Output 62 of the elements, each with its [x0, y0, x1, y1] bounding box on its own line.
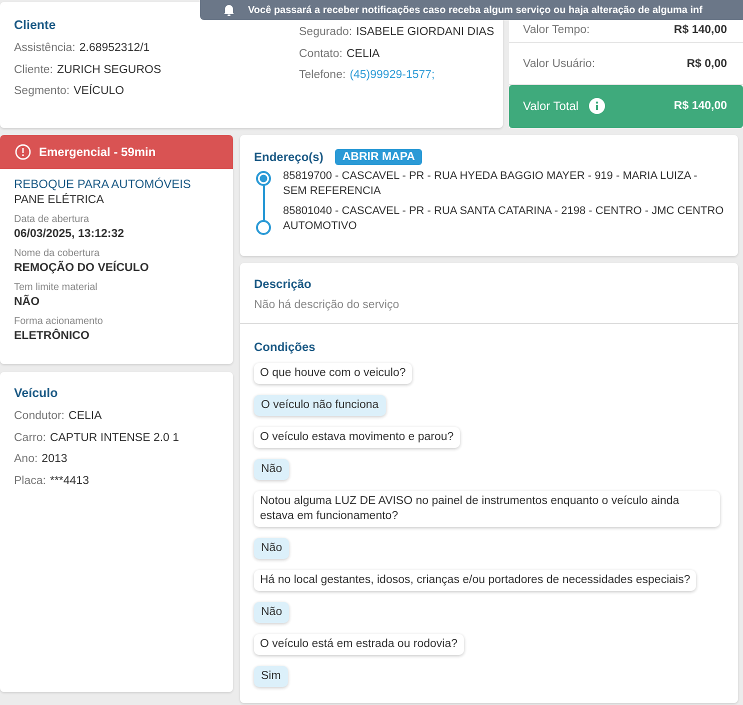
- field-value: CELIA: [346, 48, 380, 60]
- field-label: Placa:: [14, 474, 46, 486]
- value-label: Valor Usuário:: [523, 58, 596, 70]
- phone-link[interactable]: (45)99929-1577;: [350, 69, 435, 81]
- address-text: 85801040 - CASCAVEL - PR - RUA SANTA CATARINA - 2198 - CENTRO - JMC CENTRO AUTOMOTIVO: [283, 204, 724, 234]
- question-chip: Notou alguma LUZ DE AVISO no painel de instrumentos enquanto o veículo ainda estava em funcionamento?: [254, 491, 720, 527]
- field-label: Cliente:: [14, 64, 53, 76]
- field-label: Segmento:: [14, 85, 70, 97]
- field-label: Condutor:: [14, 410, 65, 422]
- field-value: REMOÇÃO DO VEÍCULO: [14, 262, 150, 274]
- emergency-text: Emergencial - 59min: [39, 145, 156, 159]
- open-map-button[interactable]: ABRIR MAPA: [335, 149, 422, 165]
- field-label: Data de abertura: [14, 214, 90, 227]
- question-chip: O que houve com o veiculo?: [254, 363, 412, 384]
- answer-chip: Não: [254, 538, 290, 559]
- field-label: Forma acionamento: [14, 316, 104, 328]
- field-value: CELIA: [68, 410, 102, 422]
- answer-chip: Sim: [254, 666, 288, 687]
- section-title: Cliente: [14, 18, 56, 32]
- field-label: Contato:: [299, 48, 342, 60]
- field-value: NÃO: [14, 296, 41, 308]
- field-label: Carro:: [14, 432, 46, 444]
- field-value: 2013: [42, 453, 68, 465]
- value-label: Valor Tempo:: [523, 24, 591, 36]
- service-subtitle: PANE ELÉTRICA: [14, 194, 105, 208]
- alert-icon: [15, 144, 31, 160]
- field-value: VEÍCULO: [74, 85, 124, 97]
- total-value: R$ 140,00: [674, 100, 727, 112]
- section-title: Endereço(s): [254, 150, 324, 164]
- field-value: ISABELE GIORDANI DIAS: [356, 26, 494, 38]
- value-amount: R$ 0,00: [686, 58, 727, 70]
- field-value: 2.68952312/1: [79, 42, 150, 54]
- description-text: Não há descrição do serviço: [254, 299, 400, 311]
- route-point[interactable]: [256, 171, 271, 186]
- answer-chip: Não: [254, 459, 290, 480]
- field-value: ***4413: [50, 474, 89, 486]
- address-text: 85819700 - CASCAVEL - PR - RUA HYEDA BAGGIO MAYER - 919 - MARIA LUIZA - SEM REFERENCIA: [283, 169, 698, 199]
- field-value: CAPTUR INTENSE 2.0 1: [50, 432, 180, 444]
- section-title: Condições: [254, 340, 316, 354]
- total-label: Valor Total: [523, 99, 579, 114]
- section-title: Descrição: [254, 277, 312, 291]
- bell-icon: [222, 4, 236, 16]
- field-value: ZURICH SEGUROS: [57, 64, 162, 76]
- field-label: Segurado:: [299, 26, 352, 38]
- field-value: ELETRÔNICO: [14, 330, 90, 342]
- field-label: Tem limite material: [14, 282, 98, 294]
- question-chip: O veículo estava movimento e parou?: [254, 427, 460, 448]
- field-label: Nome da cobertura: [14, 248, 101, 260]
- question-chip: O veículo está em estrada ou rodovia?: [254, 634, 464, 655]
- section-title: Veículo: [14, 386, 58, 400]
- question-chip: Há no local gestantes, idosos, crianças e/ou portadores de necessidades especiais?: [254, 570, 696, 591]
- toast-text: Você passará a receber notificações caso receba algum serviço ou haja alteração de alguma inf: [248, 4, 702, 16]
- info-icon[interactable]: [588, 98, 605, 114]
- value-amount: R$ 140,00: [674, 24, 727, 36]
- service-title: REBOQUE PARA AUTOMÓVEIS: [14, 177, 192, 193]
- field-label: Telefone:: [299, 69, 346, 81]
- field-label: Assistência:: [14, 42, 76, 54]
- field-value: 06/03/2025, 13:12:32: [14, 228, 125, 240]
- route-point[interactable]: [256, 220, 271, 235]
- field-label: Ano:: [14, 453, 38, 465]
- answer-chip: O veículo não funciona: [254, 395, 386, 416]
- answer-chip: Não: [254, 602, 290, 623]
